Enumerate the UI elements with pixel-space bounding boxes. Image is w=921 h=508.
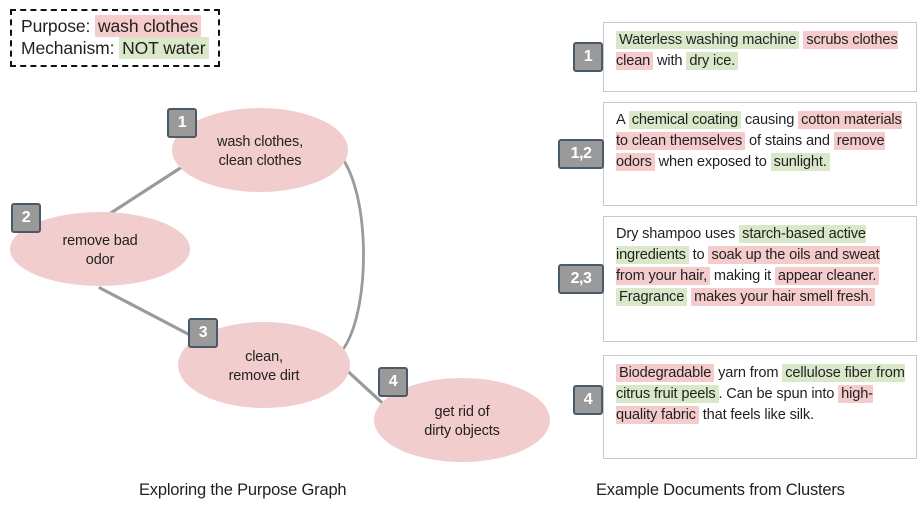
doc4-seg-1: yarn from	[714, 365, 783, 381]
doc1-seg-4: dry ice.	[686, 52, 739, 70]
documents-caption: Example Documents from Clusters	[596, 481, 845, 499]
document-card-4-text: Biodegradable yarn from cellulose fiber …	[616, 363, 906, 426]
document-card-1[interactable]: Waterless washing machine scrubs clothes…	[603, 22, 917, 92]
legend-box: Purpose: wash clothes Mechanism: NOT wat…	[10, 9, 220, 67]
figure-canvas: Purpose: wash clothes Mechanism: NOT wat…	[0, 0, 921, 508]
doc4-seg-5: that feels like silk.	[698, 407, 814, 423]
doc3-seg-9: makes your hair smell fresh.	[691, 288, 876, 306]
doc2-seg-7: sunlight.	[770, 153, 830, 171]
document-badge-3[interactable]: 2,3	[558, 264, 604, 294]
document-badge-2[interactable]: 1,2	[558, 139, 604, 169]
legend-purpose-value: wash clothes	[95, 15, 201, 37]
document-card-2[interactable]: A chemical coating causing cotton materi…	[603, 102, 917, 206]
legend-mechanism-value: NOT water	[119, 37, 209, 60]
edge-2-1	[98, 163, 187, 222]
node-badge-2[interactable]: 2	[11, 203, 41, 233]
node-badge-4[interactable]: 4	[378, 367, 408, 397]
doc2-seg-0: A	[616, 112, 629, 128]
document-badge-1[interactable]: 1	[573, 42, 603, 72]
doc3-seg-2: to	[688, 247, 709, 263]
document-card-3[interactable]: Dry shampoo uses starch-based active ing…	[603, 216, 917, 342]
doc4-seg-0: Biodegradable	[616, 364, 715, 382]
legend-row-mechanism: Mechanism: NOT water	[21, 37, 209, 60]
doc2-seg-4: of stains and	[745, 133, 834, 149]
graph-caption: Exploring the Purpose Graph	[139, 481, 347, 499]
doc2-seg-1: chemical coating	[628, 111, 741, 129]
legend-mechanism-label: Mechanism:	[21, 38, 115, 59]
node-badge-1[interactable]: 1	[167, 108, 197, 138]
doc2-seg-2: causing	[741, 112, 799, 128]
node-ellipse-1[interactable]	[172, 108, 348, 192]
doc2-seg-6: when exposed to	[654, 154, 771, 170]
doc3-seg-5: appear cleaner.	[774, 267, 880, 285]
document-card-2-text: A chemical coating causing cotton materi…	[616, 110, 906, 173]
edge-1-4	[335, 150, 365, 350]
graph-svg	[10, 108, 550, 462]
doc1-seg-3: with	[653, 53, 687, 69]
document-badge-4[interactable]: 4	[573, 385, 603, 415]
document-card-4[interactable]: Biodegradable yarn from cellulose fiber …	[603, 355, 917, 459]
doc3-seg-4: making it	[710, 268, 775, 284]
purpose-graph: wash clothes, clean clothes remove bad o…	[0, 90, 570, 480]
legend-purpose-label: Purpose:	[21, 16, 91, 36]
legend-row-purpose: Purpose: wash clothes	[21, 15, 209, 37]
doc3-seg-7: Fragrance	[616, 288, 688, 306]
edge-2-3	[98, 286, 192, 337]
doc3-seg-0: Dry shampoo uses	[616, 226, 740, 242]
document-card-3-text: Dry shampoo uses starch-based active ing…	[616, 224, 906, 308]
document-card-1-text: Waterless washing machine scrubs clothes…	[616, 30, 906, 72]
node-badge-3[interactable]: 3	[188, 318, 218, 348]
graph-nodes	[10, 108, 550, 462]
doc1-seg-0: Waterless washing machine	[616, 31, 800, 49]
document-cards-panel: Waterless washing machine scrubs clothes…	[558, 0, 921, 480]
doc4-seg-3: . Can be spun into	[718, 386, 839, 402]
